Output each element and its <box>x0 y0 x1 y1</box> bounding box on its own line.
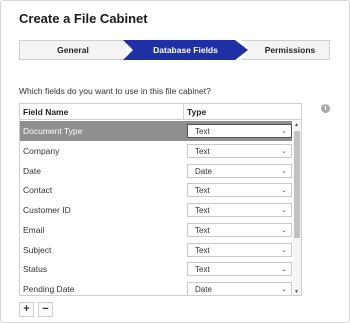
field-type-select[interactable]: Text ⌄ <box>187 242 292 257</box>
chevron-down-icon: ⌄ <box>281 286 287 293</box>
fields-grid: Field Name Type Document Type Text ⌄ Compan… <box>19 103 302 296</box>
grid-rows: Document Type Text ⌄ Company Text ⌄ Date Date ⌄ C… <box>20 121 292 295</box>
step-permissions[interactable]: Permissions <box>241 40 330 60</box>
field-type-value: Text <box>195 225 210 235</box>
field-type-value: Text <box>195 245 210 255</box>
step-general[interactable]: General <box>19 40 126 60</box>
field-type-select[interactable]: Text ⌄ <box>187 262 292 277</box>
grid-header: Field Name Type <box>20 104 301 120</box>
field-type-value: Date <box>195 285 212 294</box>
step-database-fields[interactable]: Database Fields <box>123 40 248 60</box>
dialog-title: Create a File Cabinet <box>19 11 148 26</box>
scroll-up-arrow-icon[interactable]: ▲ <box>294 122 299 128</box>
chevron-down-icon: ⌄ <box>281 167 287 175</box>
field-type-select[interactable]: Text ⌄ <box>187 183 292 198</box>
table-row[interactable]: Subject Text ⌄ <box>20 240 292 260</box>
field-name-cell[interactable]: Contact <box>23 185 52 195</box>
field-name-cell[interactable]: Company <box>23 146 59 156</box>
field-type-value: Date <box>195 166 212 176</box>
column-divider[interactable] <box>183 104 184 120</box>
remove-field-button[interactable]: − <box>38 302 53 317</box>
field-type-value: Text <box>195 265 210 275</box>
column-header-field-name[interactable]: Field Name <box>23 107 68 117</box>
table-row[interactable]: Email Text ⌄ <box>20 220 292 240</box>
fields-question: Which fields do you want to use in this … <box>19 86 211 96</box>
table-row[interactable]: Contact Text ⌄ <box>20 180 292 200</box>
field-name-cell[interactable]: Status <box>23 264 47 274</box>
scroll-down-arrow-icon[interactable]: ▼ <box>294 289 299 295</box>
chevron-down-icon: ⌄ <box>281 207 287 214</box>
table-row[interactable]: Document Type Text ⌄ <box>20 121 292 141</box>
info-icon[interactable]: i <box>321 104 330 113</box>
field-name-cell[interactable]: Customer ID <box>23 205 71 215</box>
chevron-down-icon: ⌄ <box>281 187 287 195</box>
table-row[interactable]: Customer ID Text ⌄ <box>20 200 292 220</box>
chevron-down-icon: ⌄ <box>281 128 287 135</box>
column-header-type[interactable]: Type <box>187 107 206 117</box>
field-type-select[interactable]: Date ⌄ <box>187 282 292 295</box>
field-type-value: Text <box>195 186 210 196</box>
field-name-cell[interactable]: Email <box>23 225 44 235</box>
field-type-select[interactable]: Date ⌄ <box>187 163 292 178</box>
table-row[interactable]: Date Date ⌄ <box>20 161 292 181</box>
field-type-value: Text <box>195 206 210 215</box>
chevron-down-icon: ⌄ <box>281 226 287 234</box>
wizard-steps: General Permissions Database Fields <box>19 40 330 60</box>
grid-scrollbar[interactable]: ▲ ▼ <box>293 121 301 295</box>
chevron-down-icon: ⌄ <box>281 147 287 155</box>
field-type-select[interactable]: Text ⌄ <box>187 143 292 158</box>
field-type-select[interactable]: Text ⌄ <box>187 203 292 217</box>
scroll-thumb[interactable] <box>294 131 300 238</box>
field-type-value: Text <box>195 127 210 136</box>
field-type-select[interactable]: Text ⌄ <box>187 222 292 237</box>
field-type-value: Text <box>195 146 210 156</box>
field-name-cell[interactable]: Date <box>23 166 41 176</box>
table-row[interactable]: Pending Date Date ⌄ <box>20 279 292 295</box>
table-row[interactable]: Company Text ⌄ <box>20 141 292 161</box>
field-name-cell[interactable]: Subject <box>23 245 51 255</box>
field-type-select[interactable]: Text ⌄ <box>187 124 292 138</box>
field-name-cell[interactable]: Pending Date <box>23 284 75 294</box>
table-row[interactable]: Status Text ⌄ <box>20 259 292 279</box>
chevron-down-icon: ⌄ <box>281 246 287 254</box>
field-name-cell[interactable]: Document Type <box>23 126 82 136</box>
chevron-down-icon: ⌄ <box>281 266 287 274</box>
add-field-button[interactable]: + <box>19 302 34 317</box>
